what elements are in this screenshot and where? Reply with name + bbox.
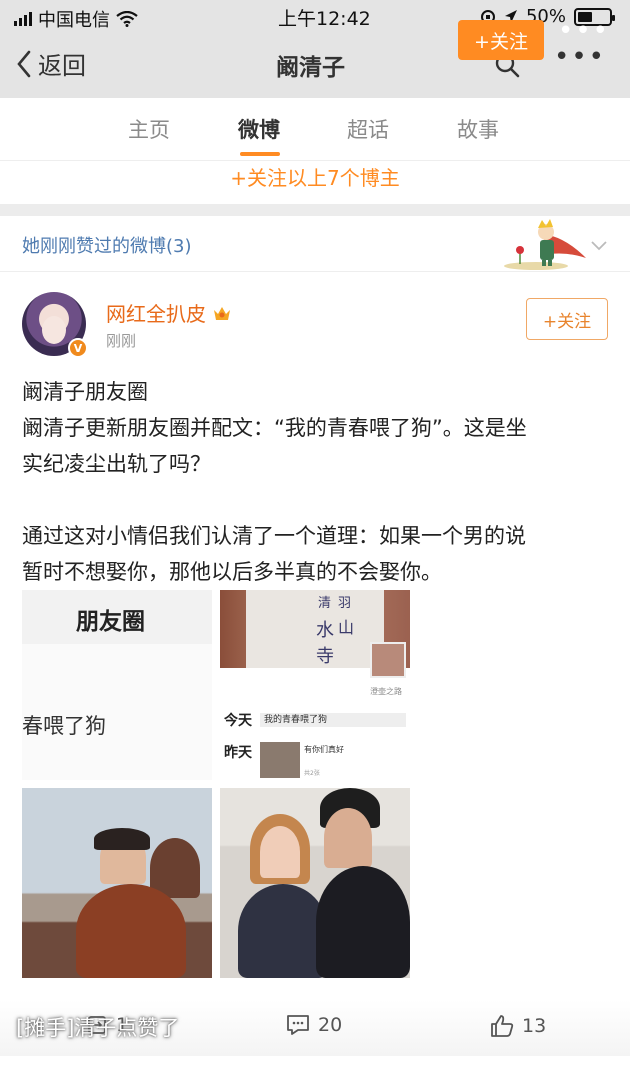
follow-all-link[interactable]: +关注以上7个博主 [0,160,630,204]
photo-count: 共2张 [304,770,320,777]
photo-jacket [76,884,186,978]
header: 中国电信 上午12:42 50% 返回 阚清子 +关注 ••• ••• [0,0,630,98]
tab-weibo[interactable]: 微博 [238,114,280,144]
yesterday-text: 有你们真好 [304,745,344,754]
tab-super-topic[interactable]: 超话 [347,114,389,144]
carrier-group: 中国电信 [14,6,138,32]
weibo-profile-page: 中国电信 上午12:42 50% 返回 阚清子 +关注 ••• ••• 主页 微… [0,0,630,1070]
card-char: 寺 [316,646,334,667]
carrier-name: 中国电信 [38,10,110,31]
post-image-3[interactable] [22,788,212,978]
wifi-icon [116,11,138,27]
chevron-left-icon [17,50,31,77]
post-content: 阚清子朋友圈 阚清子更新朋友圈并配文：“我的青春喂了狗”。这是坐 实纪凌尘出轨了… [22,374,612,590]
little-prince-illustration [504,219,586,270]
comment-icon [287,1015,309,1035]
comment-count: 20 [318,1014,343,1036]
author-name: 网红全扒皮 [106,302,206,326]
post-line: 实纪凌尘出轨了吗？ [22,452,211,476]
back-label: 返回 [38,52,86,80]
profile-tabs: 主页 微博 超话 故事 [0,98,630,160]
yesterday-photo [260,742,300,778]
moments-title: 朋友圈 [76,609,145,635]
calligraphy-card: 清 羽 山 水 寺 [246,590,384,668]
section-gap [0,204,630,216]
tab-stories[interactable]: 故事 [457,114,499,144]
follow-button-top[interactable]: +关注 [458,20,544,60]
photo-face [324,808,372,868]
card-char: 清 [318,596,332,611]
like-count: 13 [522,1015,547,1037]
tab-home[interactable]: 主页 [128,114,170,144]
post-time: 刚刚 [106,332,137,350]
liked-posts-bar[interactable]: 她刚刚赞过的微博(3) [0,216,630,272]
post-line: 阚清子更新朋友圈并配文：“我的青春喂了狗”。这是坐 [22,416,527,440]
today-text: 我的青春喂了狗 [260,713,406,727]
chevron-down-icon[interactable] [590,236,608,254]
verified-badge: V [68,338,88,358]
back-button[interactable]: 返回 [16,46,86,81]
post-line: 通过这对小情侣我们认清了一个道理：如果一个男的说 [22,524,526,548]
thumb-caption: 澄壶之路 [370,687,402,696]
post-line: 暂时不想娶你，那他以后多半真的不会娶你。 [22,560,442,584]
card-char: 羽 [338,596,352,611]
page-title: 阚清子 [276,55,345,81]
signal-icon [14,12,32,26]
active-tab-indicator [240,152,280,156]
post-image-4[interactable] [220,788,410,978]
photo-hair [94,828,150,850]
status-time: 上午12:42 [278,8,371,30]
comment-button[interactable]: 20 [286,1014,342,1036]
like-button[interactable]: 13 [490,1014,546,1038]
post-line: 阚清子朋友圈 [22,380,148,404]
today-label: 今天 [224,713,252,729]
card-char: 山 [338,618,355,637]
more-icon[interactable]: ••• [554,42,606,72]
photo-outfit [316,866,410,978]
post-author[interactable]: 网红全扒皮 [106,298,232,327]
vip-crown-icon [214,306,230,320]
post-line-blank [22,482,612,518]
post-image-2[interactable]: 清 羽 山 水 寺 澄壶之路 今天 我的青春喂了狗 昨天 有你们真好 共2张 [220,590,410,780]
moments-caption: 春喂了狗 [22,714,106,738]
yesterday-label: 昨天 [224,745,252,761]
card-char: 水 [316,620,334,641]
post-image-1[interactable]: 朋友圈 春喂了狗 [22,590,212,780]
thumbnail [370,642,406,678]
thumbs-up-icon [491,1015,514,1037]
photo-outfit [238,884,328,978]
liked-posts-label: 她刚刚赞过的微博(3) [22,236,192,257]
follow-author-button[interactable]: +关注 [526,298,608,340]
photo-face [260,826,300,878]
liked-toast: [摊手]清子点赞了 [16,1016,180,1040]
